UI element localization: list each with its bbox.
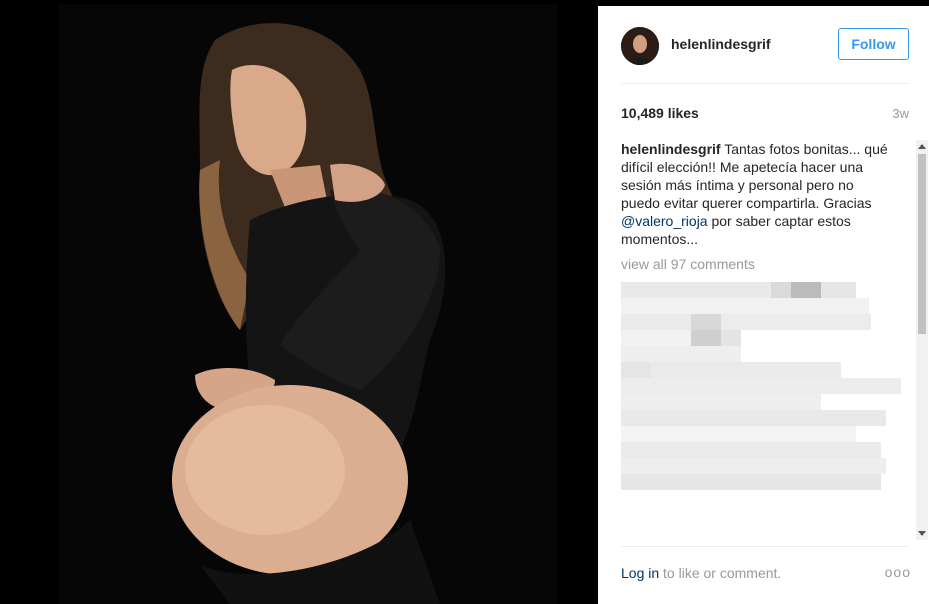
post-header: helenlindesgrif Follow bbox=[598, 6, 929, 84]
likes-count[interactable]: 10,489 likes bbox=[621, 105, 699, 121]
username[interactable]: helenlindesgrif bbox=[671, 36, 771, 52]
pixelated-comments bbox=[621, 282, 909, 490]
pixel-row bbox=[621, 362, 909, 378]
login-link[interactable]: Log in bbox=[621, 565, 659, 581]
comments-section: helenlindesgrif Tantas fotos bonitas... … bbox=[621, 140, 909, 540]
pixel-row bbox=[621, 426, 909, 442]
caption-mention[interactable]: @valero_rioja bbox=[621, 213, 708, 229]
caption-username[interactable]: helenlindesgrif bbox=[621, 141, 721, 157]
avatar-image bbox=[621, 27, 659, 65]
scroll-up-icon[interactable] bbox=[918, 144, 926, 149]
post-sidebar: helenlindesgrif Follow 10,489 likes 3w h… bbox=[598, 6, 929, 604]
view-all-comments-link[interactable]: view all 97 comments bbox=[621, 256, 909, 272]
post-photo[interactable] bbox=[0, 0, 598, 604]
instagram-post-modal: helenlindesgrif Follow 10,489 likes 3w h… bbox=[0, 0, 929, 604]
maternity-photo bbox=[0, 0, 598, 604]
pixel-row bbox=[621, 346, 909, 362]
pixel-row bbox=[621, 298, 909, 314]
pixel-row bbox=[621, 378, 909, 394]
login-prompt: Log in to like or comment. bbox=[621, 565, 781, 581]
login-prompt-text: to like or comment. bbox=[659, 565, 782, 581]
caption: helenlindesgrif Tantas fotos bonitas... … bbox=[621, 140, 896, 248]
pixel-row bbox=[621, 394, 909, 410]
more-options-icon[interactable]: ooo bbox=[885, 564, 911, 580]
header-divider bbox=[621, 83, 909, 84]
pixel-row bbox=[621, 410, 909, 426]
pixel-row bbox=[621, 314, 909, 330]
pixel-row bbox=[621, 442, 909, 458]
footer-divider bbox=[621, 546, 909, 547]
follow-button[interactable]: Follow bbox=[838, 28, 909, 60]
comments-scrollbar[interactable] bbox=[916, 140, 928, 540]
scroll-down-icon[interactable] bbox=[918, 531, 926, 536]
scroll-thumb[interactable] bbox=[918, 154, 926, 334]
post-time[interactable]: 3w bbox=[892, 106, 909, 121]
pixel-row bbox=[621, 474, 909, 490]
pixel-row bbox=[621, 458, 909, 474]
profile-avatar[interactable] bbox=[621, 27, 659, 65]
pixel-row bbox=[621, 330, 909, 346]
pixel-row bbox=[621, 282, 909, 298]
